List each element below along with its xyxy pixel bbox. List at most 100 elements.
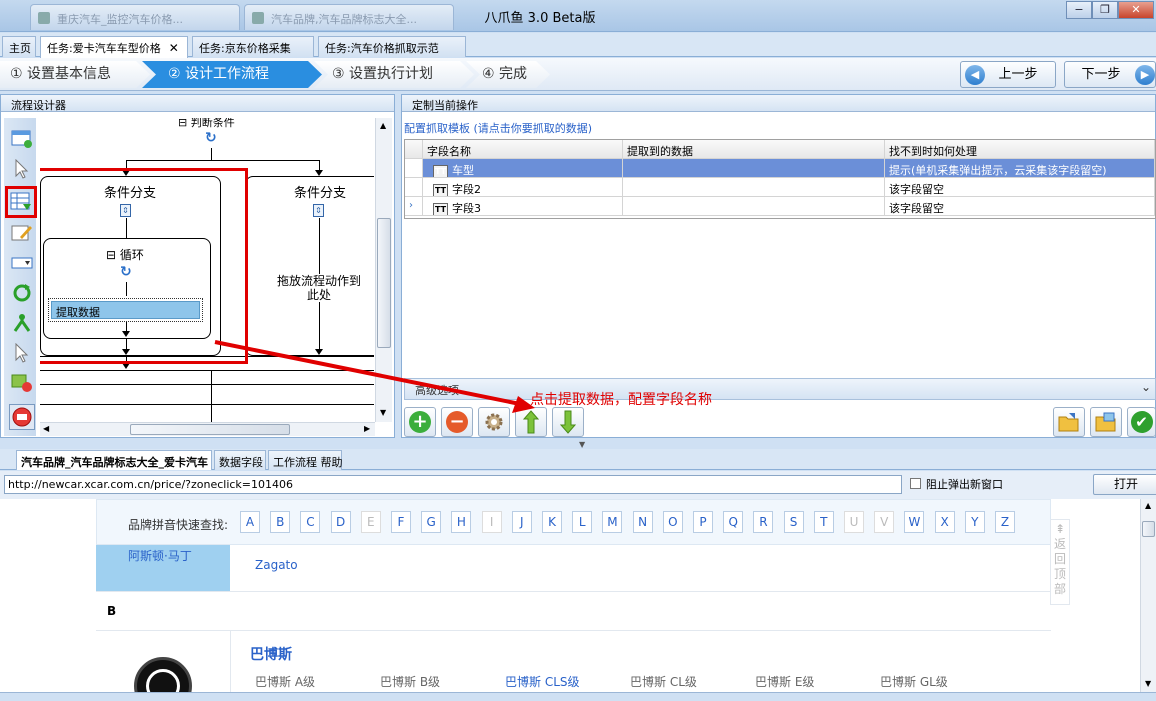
letter-q[interactable]: Q (723, 511, 744, 533)
tab-task-jd[interactable]: 任务:京东价格采集 (192, 36, 314, 57)
row-pointer-icon[interactable]: › (405, 197, 423, 216)
remove-field-button[interactable]: − (441, 407, 473, 437)
table-row[interactable]: TT 车型 (423, 159, 623, 178)
model-link[interactable]: 巴博斯 A级 (255, 673, 315, 690)
add-field-button[interactable]: + (404, 407, 436, 437)
model-link[interactable]: 巴博斯 B级 (380, 673, 440, 690)
web-vscrollbar[interactable]: ▲ ▼ (1140, 499, 1156, 692)
move-down-button[interactable] (552, 407, 584, 437)
next-step-button[interactable]: 下一步 ▶ (1064, 61, 1156, 88)
table-cell[interactable]: 该字段留空 (885, 197, 1155, 216)
canvas-hscroll-thumb[interactable] (130, 424, 290, 435)
switch-icon[interactable] (9, 370, 35, 396)
letter-d[interactable]: D (330, 511, 351, 533)
field-settings-button[interactable] (478, 407, 510, 437)
open-button[interactable]: 打开 (1093, 474, 1156, 495)
letter-n[interactable]: N (632, 511, 653, 533)
splitter-down-icon[interactable]: ▼ (579, 440, 585, 449)
minimize-button[interactable]: − (1066, 1, 1092, 19)
tab-workflow-help[interactable]: 工作流程 帮助 (268, 450, 343, 470)
scroll-left-icon[interactable]: ◀ (43, 424, 49, 433)
canvas-vscrollbar[interactable]: ▲ ▼ (375, 118, 392, 422)
letter-p[interactable]: P (693, 511, 713, 533)
tab-home[interactable]: 主页 (2, 36, 36, 57)
table-cell[interactable]: 提示(单机采集弹出提示，云采集该字段留空) (885, 159, 1155, 178)
brand-name[interactable]: 巴博斯 (250, 644, 292, 664)
open-page-icon[interactable] (9, 126, 35, 152)
block-popup-checkbox[interactable] (910, 478, 921, 489)
branch-icon[interactable] (9, 310, 35, 336)
step-design-workflow[interactable]: ② 设计工作流程 (142, 61, 322, 88)
table-cell[interactable] (623, 197, 885, 216)
letter-r[interactable]: R (753, 511, 774, 533)
template-link[interactable]: 配置抓取模板 (请点击你要抓取的数据) (404, 120, 592, 136)
table-cell[interactable] (623, 178, 885, 197)
os-tab-1[interactable]: 重庆汽车_监控汽车价格... (30, 4, 240, 30)
step-finish[interactable]: ④ 完成 (466, 61, 550, 88)
letter-k[interactable]: K (542, 511, 562, 533)
loop-icon[interactable] (9, 280, 35, 306)
letter-l[interactable]: L (572, 511, 593, 533)
step-schedule[interactable]: ③ 设置执行计划 (314, 61, 474, 88)
confirm-button[interactable]: ✔ (1127, 407, 1156, 437)
select-dropdown-icon[interactable] (9, 250, 35, 276)
scroll-up-icon[interactable]: ▲ (1145, 501, 1151, 510)
stop-icon[interactable] (9, 404, 35, 430)
tab-webpage[interactable]: 汽车品牌_汽车品牌标志大全_爱卡汽车 (16, 450, 212, 470)
scroll-down-icon[interactable]: ▼ (380, 408, 386, 417)
web-view[interactable]: 品牌拼音快速查找: 阿斯顿·马丁 Zagato B 巴博斯 巴博斯 A级 巴博斯… (0, 499, 1156, 692)
letter-g[interactable]: G (421, 511, 442, 533)
col-extracted[interactable]: 提取到的数据 (623, 140, 885, 159)
chevron-down-icon[interactable]: ⌄ (1141, 380, 1151, 394)
col-handling[interactable]: 找不到时如何处理 (885, 140, 1155, 159)
letter-a[interactable]: A (240, 511, 260, 533)
flow-canvas[interactable]: ⊟ 判断条件 ↻ 条件分支 ⇕ ⊟ 循环 ↻ 提取数据 条件分支 ⇕ 拖放流程动… (40, 118, 374, 422)
tab-task-xcar[interactable]: 任务:爱卡汽车车型价格 ✕ (40, 36, 188, 58)
letter-t[interactable]: T (813, 511, 834, 533)
advanced-options-bar[interactable]: 高级选项 ⌄ (404, 378, 1156, 400)
letter-o[interactable]: O (662, 511, 683, 533)
letter-s[interactable]: S (783, 511, 804, 533)
row-header[interactable] (405, 178, 423, 197)
extract-data-icon[interactable] (5, 186, 37, 218)
click-element-icon[interactable] (9, 156, 35, 182)
letter-x[interactable]: X (934, 511, 955, 533)
close-button[interactable]: ✕ (1118, 1, 1154, 19)
letter-j[interactable]: J (511, 511, 532, 533)
model-link[interactable]: 巴博斯 CL级 (630, 673, 697, 690)
tab-task-car-demo[interactable]: 任务:汽车价格抓取示范 (318, 36, 466, 57)
brand-selected-label[interactable]: 阿斯顿·马丁 (128, 547, 192, 564)
col-field-name[interactable]: 字段名称 (423, 140, 623, 159)
prev-step-button[interactable]: ◀ 上一步 (960, 61, 1056, 88)
input-text-icon[interactable] (9, 220, 35, 246)
mouse-hover-icon[interactable] (9, 340, 35, 366)
table-cell[interactable] (623, 159, 885, 178)
brabus-logo[interactable] (134, 657, 192, 692)
letter-m[interactable]: M (602, 511, 623, 533)
brand-sub-link[interactable]: Zagato (255, 558, 298, 572)
move-up-button[interactable] (515, 407, 547, 437)
letter-z[interactable]: Z (995, 511, 1015, 533)
letter-h[interactable]: H (451, 511, 472, 533)
letter-w[interactable]: W (904, 511, 925, 533)
canvas-vscroll-thumb[interactable] (377, 218, 391, 348)
web-vscroll-thumb[interactable] (1142, 521, 1155, 537)
model-link[interactable]: 巴博斯 CLS级 (505, 673, 580, 690)
scroll-right-icon[interactable]: ▶ (364, 424, 370, 433)
back-to-top-button[interactable]: ⇞ 返回顶部 (1050, 519, 1070, 605)
letter-f[interactable]: F (391, 511, 411, 533)
letter-y[interactable]: Y (964, 511, 985, 533)
model-link[interactable]: 巴博斯 GL级 (880, 673, 948, 690)
os-tab-2[interactable]: 汽车品牌,汽车品牌标志大全... (244, 4, 454, 30)
table-row[interactable]: TT 字段3 (423, 197, 623, 216)
import-button[interactable] (1053, 407, 1085, 437)
field-table[interactable]: 字段名称 提取到的数据 找不到时如何处理 TT 车型 提示(单机采集弹出提示，云采… (404, 139, 1156, 219)
save-template-button[interactable] (1090, 407, 1122, 437)
letter-b[interactable]: B (270, 511, 291, 533)
maximize-button[interactable]: ❐ (1092, 1, 1118, 19)
table-row[interactable]: TT 字段2 (423, 178, 623, 197)
tab-data-fields[interactable]: 数据字段 (214, 450, 266, 470)
step-basic-info[interactable]: ① 设置基本信息 (0, 61, 150, 88)
row-header[interactable] (405, 159, 423, 178)
canvas-hscrollbar[interactable]: ◀ ▶ (40, 422, 375, 436)
